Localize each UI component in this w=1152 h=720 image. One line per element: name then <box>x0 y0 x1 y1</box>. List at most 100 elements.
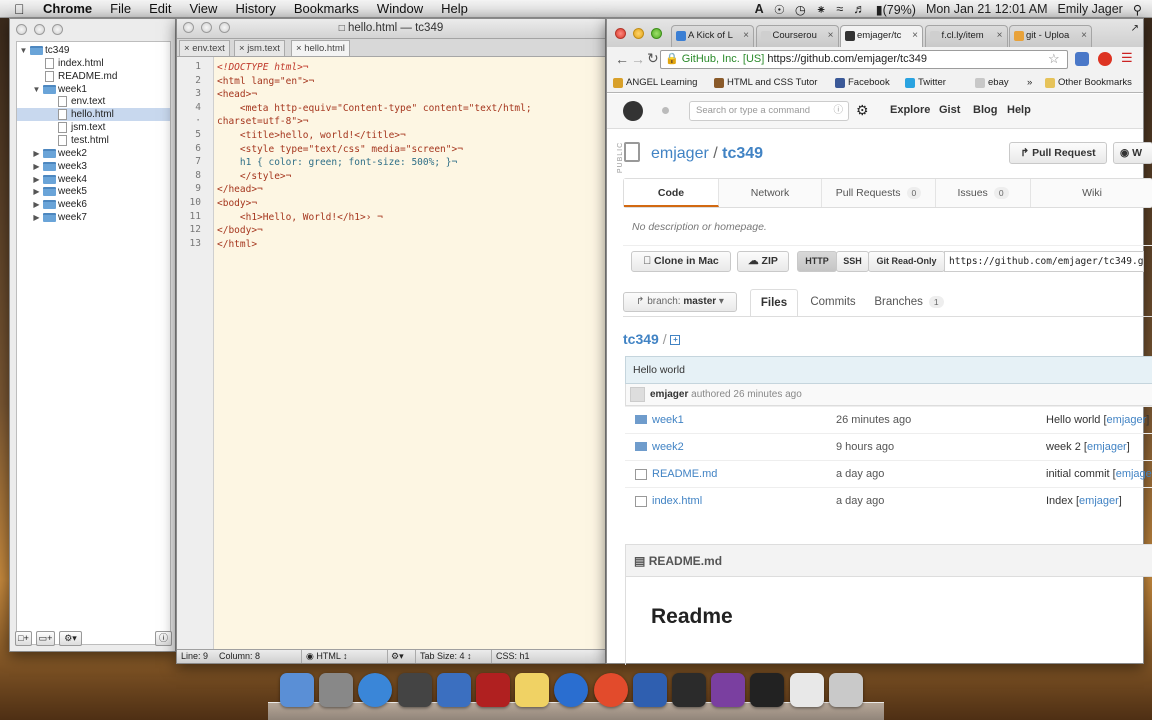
tree-folder-row[interactable]: ▼ week1 <box>17 83 170 96</box>
tree-folder-row[interactable]: ▶ week7 <box>17 211 170 224</box>
breadcrumb-repo-link[interactable]: tc349 <box>623 331 659 347</box>
disclosure-closed-icon[interactable]: ▶ <box>32 198 41 211</box>
minimize-button[interactable] <box>201 22 212 33</box>
code-area[interactable]: <!DOCTYPE html>¬ <html lang="en">¬ <head>¬… <box>214 57 606 651</box>
protocol-git-read-only[interactable]: Git Read-Only <box>868 251 945 272</box>
nav-blog[interactable]: Blog <box>973 104 997 116</box>
browser-tab[interactable]: Courserou × <box>755 25 839 47</box>
bookmarks-overflow-icon[interactable]: » <box>1027 73 1032 92</box>
zip-button[interactable]: ☁ ZIP <box>737 251 789 272</box>
command-gear-icon[interactable]: ⚙ <box>856 102 869 119</box>
tree-file-row[interactable]: jsm.text <box>17 121 170 134</box>
new-file-button[interactable]: □+ <box>15 631 32 646</box>
browser-tab[interactable]: A Kick of L × <box>671 25 754 47</box>
repo-tab[interactable]: Network <box>719 179 822 207</box>
browser-tab[interactable]: git - Uploa × <box>1009 25 1092 47</box>
back-icon[interactable]: ← <box>615 51 629 67</box>
final-cut-icon[interactable] <box>397 673 432 707</box>
branch-selector[interactable]: ↱ branch: master ▾ <box>623 292 737 312</box>
chrome-icon[interactable] <box>593 673 628 707</box>
menu-view[interactable]: View <box>180 1 226 16</box>
tree-file-row[interactable]: README.md <box>17 70 170 83</box>
spotlight-icon[interactable]: ⚲ <box>1133 2 1142 17</box>
menu-clock[interactable]: Mon Jan 21 12:01 AM <box>926 2 1048 16</box>
menu-help[interactable]: Help <box>432 1 477 16</box>
editor-tab[interactable]: × jsm.text <box>234 40 285 56</box>
repo-name-link[interactable]: tc349 <box>722 145 763 162</box>
bookmark-star-icon[interactable]: ☆ <box>1048 51 1060 67</box>
bookmark-item[interactable]: ebay <box>975 73 1009 92</box>
word-icon[interactable] <box>632 673 667 707</box>
repo-tab[interactable]: Wiki <box>1031 179 1152 207</box>
browser-tab[interactable]: f.cl.ly/item × <box>924 25 1008 47</box>
disclosure-open-icon[interactable]: ▼ <box>19 44 28 57</box>
close-button[interactable] <box>16 24 27 35</box>
file-tab[interactable]: Files <box>750 289 798 317</box>
sync-icon[interactable]: ☉ <box>774 2 785 17</box>
close-tab-icon[interactable]: × <box>743 26 749 46</box>
bluetooth-icon[interactable]: ⁕ <box>816 2 826 17</box>
file-name-link[interactable]: week1 <box>652 407 684 434</box>
disclosure-closed-icon[interactable]: ▶ <box>32 147 41 160</box>
system-preferences-icon[interactable] <box>319 673 354 707</box>
file-commit-author[interactable]: emjager <box>1107 414 1147 426</box>
tree-folder-row[interactable]: ▶ week2 <box>17 147 170 160</box>
tree-folder-row[interactable]: ▶ week3 <box>17 160 170 173</box>
nav-gist[interactable]: Gist <box>939 104 960 116</box>
file-list-row[interactable]: week1 26 minutes ago Hello world [emjager] <box>625 406 1152 433</box>
repo-tab[interactable]: Code <box>624 179 719 207</box>
clone-url-input[interactable]: https://github.com/emjager/tc349.gi <box>944 251 1144 272</box>
address-bar[interactable]: 🔒 GitHub, Inc. [US] https://github.com/e… <box>660 50 1068 69</box>
nav-explore[interactable]: Explore <box>890 104 930 116</box>
clone-in-mac-button[interactable]:  Clone in Mac <box>631 251 731 272</box>
notifications-dot-icon[interactable] <box>662 107 669 114</box>
battery-icon[interactable]: ▮(79%) <box>876 2 916 17</box>
finder-icon[interactable] <box>280 673 314 707</box>
disclosure-closed-icon[interactable]: ▶ <box>32 185 41 198</box>
file-name-link[interactable]: README.md <box>652 461 717 488</box>
file-name-link[interactable]: week2 <box>652 434 684 461</box>
menu-edit[interactable]: Edit <box>140 1 180 16</box>
tree-folder-row[interactable]: ▶ week6 <box>17 198 170 211</box>
thunderbird-icon[interactable] <box>436 673 471 707</box>
repo-owner-link[interactable]: emjager <box>651 145 709 162</box>
trash-icon[interactable] <box>828 673 863 707</box>
file-list-row[interactable]: README.md a day ago initial commit [emjage… <box>625 460 1152 487</box>
terminal-icon[interactable] <box>750 673 785 707</box>
close-tab-icon[interactable]: × <box>912 26 918 46</box>
close-tab-icon[interactable]: × <box>1081 26 1087 46</box>
editor-tab[interactable]: × env.text <box>179 40 230 56</box>
wifi-icon[interactable]: ≈ <box>836 2 843 16</box>
menu-file[interactable]: File <box>101 1 140 16</box>
minimize-button[interactable] <box>34 24 45 35</box>
file-commit-author[interactable]: emjager <box>1087 441 1127 453</box>
language-selector[interactable]: ◉ HTML ↕ <box>301 650 348 663</box>
adblock-icon[interactable] <box>1098 52 1112 66</box>
photo-booth-icon[interactable] <box>476 673 510 707</box>
file-list-row[interactable]: week2 9 hours ago week 2 [emjager] <box>625 433 1152 460</box>
zoom-button[interactable] <box>52 24 63 35</box>
bookmark-item[interactable]: Twitter <box>905 73 946 92</box>
menu-bookmarks[interactable]: Bookmarks <box>285 1 368 16</box>
apple-menu-icon[interactable]:  <box>14 2 28 16</box>
disclosure-closed-icon[interactable]: ▶ <box>32 173 41 186</box>
nav-help[interactable]: Help <box>1007 104 1031 116</box>
github-search-input[interactable]: Search or type a command ⓘ <box>689 101 849 121</box>
new-folder-button[interactable]: ▭+ <box>36 631 55 646</box>
close-button[interactable] <box>183 22 194 33</box>
activity-monitor-icon[interactable] <box>672 673 706 707</box>
disclosure-closed-icon[interactable]: ▶ <box>32 160 41 173</box>
forward-icon[interactable]: → <box>631 51 645 67</box>
search-help-icon[interactable]: ⓘ <box>833 102 843 120</box>
repo-tab[interactable]: Pull Requests 0 <box>822 179 936 207</box>
menu-user[interactable]: Emily Jager <box>1058 2 1123 16</box>
wrench-menu-icon[interactable]: ☰ <box>1121 50 1133 66</box>
adobe-icon[interactable]: A <box>755 2 764 16</box>
tree-file-row[interactable]: index.html <box>17 57 170 70</box>
pull-request-button[interactable]: ↱ Pull Request <box>1009 142 1107 164</box>
commit-author[interactable]: emjager <box>650 389 688 400</box>
gear-status-icon[interactable]: ⚙▾ <box>387 650 404 663</box>
disclosure-closed-icon[interactable]: ▶ <box>32 211 41 224</box>
preview-icon[interactable] <box>789 673 824 707</box>
menu-app-name[interactable]: Chrome <box>34 1 101 16</box>
